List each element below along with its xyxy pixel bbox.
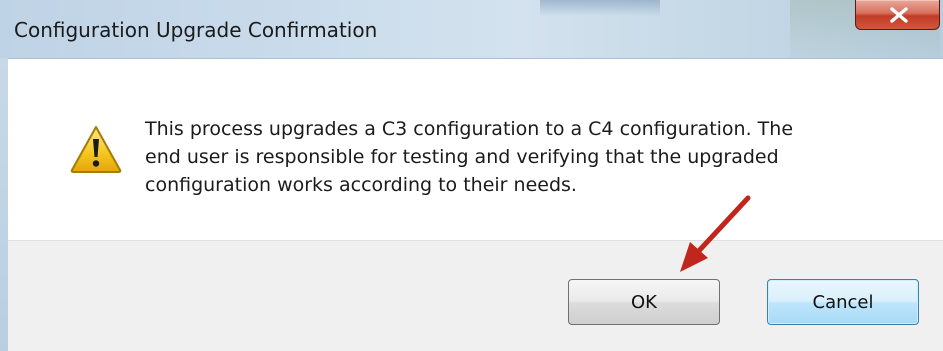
close-icon	[890, 7, 908, 23]
button-bar: OK Cancel	[8, 240, 943, 351]
window-frame-left	[0, 58, 8, 351]
red-arrow-icon	[680, 195, 751, 272]
ok-button[interactable]: OK	[568, 279, 720, 325]
warning-icon	[70, 126, 122, 173]
dialog-message: This process upgrades a C3 configuration…	[145, 115, 905, 199]
dialog-content: This process upgrades a C3 configuration…	[8, 58, 943, 240]
dialog-window: Configuration Upgrade Confirmation This …	[0, 0, 943, 351]
message-line: configuration works according to their n…	[145, 174, 577, 196]
cancel-button[interactable]: Cancel	[767, 279, 919, 325]
message-line: end user is responsible for testing and …	[145, 146, 779, 168]
close-button[interactable]	[855, 0, 940, 30]
message-line: This process upgrades a C3 configuration…	[145, 118, 794, 140]
title-bar[interactable]: Configuration Upgrade Confirmation	[0, 0, 943, 58]
window-title: Configuration Upgrade Confirmation	[14, 18, 378, 42]
